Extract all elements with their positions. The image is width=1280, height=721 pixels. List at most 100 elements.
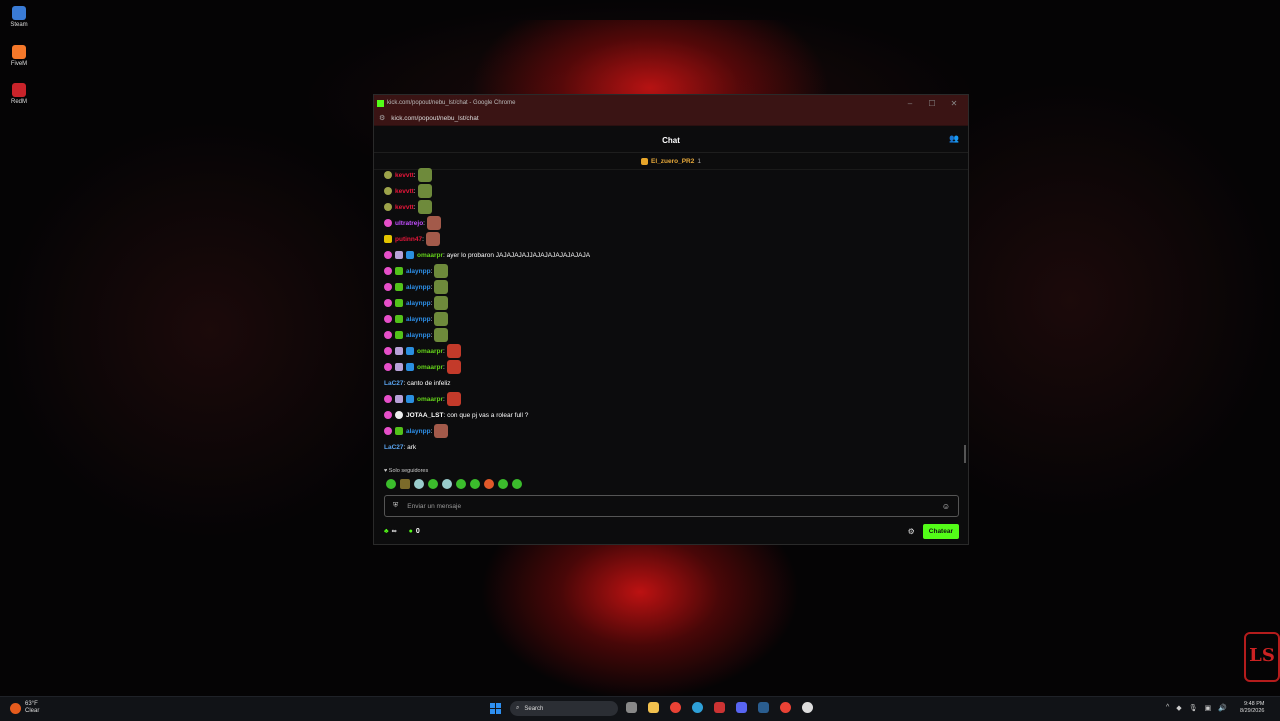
sub-badge-icon[interactable] xyxy=(395,347,403,355)
emote-button[interactable] xyxy=(400,479,410,489)
emote-button[interactable] xyxy=(512,479,522,489)
pink-badge-icon[interactable] xyxy=(384,267,392,275)
chrome-icon[interactable] xyxy=(670,702,681,713)
send-chat-button[interactable]: Chatear xyxy=(922,523,959,539)
green-badge-icon[interactable] xyxy=(395,315,403,323)
chat-username[interactable]: omaarpr xyxy=(417,348,443,355)
chat-username[interactable]: alaynpp xyxy=(406,332,431,339)
emote-button[interactable] xyxy=(414,479,424,489)
steam-taskbar-icon[interactable] xyxy=(758,702,769,713)
emote-button[interactable] xyxy=(442,479,452,489)
chat-username[interactable]: putinn47 xyxy=(395,236,422,243)
edge-icon[interactable] xyxy=(692,702,703,713)
chat-username[interactable]: ultratrejo xyxy=(395,220,423,227)
app-icon[interactable] xyxy=(802,702,813,713)
microphone-icon[interactable]: 🎙 xyxy=(1189,704,1198,712)
calendar-app-icon[interactable] xyxy=(714,702,725,713)
users-icon[interactable]: 👥 xyxy=(949,134,959,143)
chat-username[interactable]: LaC27 xyxy=(384,380,404,387)
emote-button[interactable] xyxy=(470,479,480,489)
pink-badge-icon[interactable] xyxy=(384,411,392,419)
system-tray: ^ ◆ 🎙 ▣ 🔊 xyxy=(1166,704,1234,712)
green-badge-icon[interactable] xyxy=(395,283,403,291)
pink-badge-icon[interactable] xyxy=(384,251,392,259)
chat-username[interactable]: kevvtt xyxy=(395,172,414,179)
olive-badge-icon[interactable] xyxy=(384,171,392,179)
chat-message-input[interactable]: ⛨ Enviar un mensaje ☺ xyxy=(384,495,959,517)
scrollbar-thumb[interactable] xyxy=(964,445,966,463)
coins-stat[interactable]: ● 0 xyxy=(409,528,420,535)
olive-badge-icon[interactable] xyxy=(384,203,392,211)
pink-badge-icon[interactable] xyxy=(384,395,392,403)
chat-username[interactable]: alaynpp xyxy=(406,428,431,435)
chat-username[interactable]: kevvtt xyxy=(395,204,414,211)
file-explorer-icon[interactable] xyxy=(648,702,659,713)
pink-badge-icon[interactable] xyxy=(384,427,392,435)
discord-icon[interactable] xyxy=(736,702,747,713)
volume-icon[interactable]: 🔊 xyxy=(1218,704,1227,712)
chat-username[interactable]: omaarpr xyxy=(417,396,443,403)
task-view-icon[interactable] xyxy=(626,702,637,713)
chat-message-list[interactable]: kevvtt: kevvtt: kevvtt: ultratrejo: putinn47… xyxy=(384,167,954,459)
olive-badge-icon[interactable] xyxy=(384,187,392,195)
emote-button[interactable] xyxy=(386,479,396,489)
wallpaper-emblem-bottom xyxy=(480,520,800,700)
chat-username[interactable]: LaC27 xyxy=(384,444,404,451)
fivem-icon xyxy=(12,45,26,59)
pink-badge-icon[interactable] xyxy=(384,283,392,291)
blue-badge-icon[interactable] xyxy=(406,395,414,403)
chat-username[interactable]: kevvtt xyxy=(395,188,414,195)
sub-badge-icon[interactable] xyxy=(395,395,403,403)
minimize-button[interactable]: – xyxy=(899,99,921,108)
windows-start-icon[interactable] xyxy=(490,703,501,714)
emote-button[interactable] xyxy=(484,479,494,489)
pink-badge-icon[interactable] xyxy=(384,219,392,227)
sub-badge-icon[interactable] xyxy=(395,251,403,259)
emote-button[interactable] xyxy=(428,479,438,489)
pink-badge-icon[interactable] xyxy=(384,363,392,371)
yellow-badge-icon[interactable] xyxy=(384,235,392,243)
taskbar-clock[interactable]: 9:48 PM 8/29/2026 xyxy=(1240,701,1264,715)
chat-username[interactable]: omaarpr xyxy=(417,364,443,371)
tray-app-icon[interactable]: ◆ xyxy=(1176,704,1181,712)
chat-message-text: : xyxy=(430,331,433,339)
green-badge-icon[interactable] xyxy=(395,331,403,339)
chat-username[interactable]: alaynpp xyxy=(406,268,431,275)
chat-username[interactable]: JOTAA_LST xyxy=(406,412,443,419)
sub-badge-icon[interactable] xyxy=(395,363,403,371)
chat-username[interactable]: omaarpr xyxy=(417,252,443,259)
network-icon[interactable]: ▣ xyxy=(1205,704,1212,712)
desktop-icon-steam[interactable]: Steam xyxy=(4,6,34,28)
points-stat[interactable]: ♣ ∞ xyxy=(384,528,397,535)
emoji-picker-icon[interactable]: ☺ xyxy=(942,502,950,511)
chat-settings-icon[interactable]: ⚙ xyxy=(908,527,915,536)
chat-username[interactable]: alaynpp xyxy=(406,300,431,307)
taskbar-search[interactable]: ⌕ Search xyxy=(510,701,618,716)
green-badge-icon[interactable] xyxy=(395,299,403,307)
chrome-active-icon[interactable] xyxy=(780,702,791,713)
chat-username[interactable]: alaynpp xyxy=(406,284,431,291)
white-badge-icon[interactable] xyxy=(395,411,403,419)
chat-username[interactable]: alaynpp xyxy=(406,316,431,323)
pink-badge-icon[interactable] xyxy=(384,315,392,323)
tray-overflow-icon[interactable]: ^ xyxy=(1166,704,1169,712)
blue-badge-icon[interactable] xyxy=(406,363,414,371)
pink-badge-icon[interactable] xyxy=(384,347,392,355)
pink-badge-icon[interactable] xyxy=(384,331,392,339)
chat-message: kevvtt: xyxy=(384,199,954,215)
maximize-button[interactable]: ☐ xyxy=(921,99,943,108)
site-info-icon[interactable]: ⚙ xyxy=(379,114,385,122)
green-badge-icon[interactable] xyxy=(395,267,403,275)
desktop-icon-fivem[interactable]: FiveM xyxy=(4,45,34,67)
desktop-icon-redm[interactable]: RedM xyxy=(4,83,34,105)
pink-badge-icon[interactable] xyxy=(384,299,392,307)
weather-widget[interactable]: 63°F Clear xyxy=(10,701,39,715)
emote-button[interactable] xyxy=(456,479,466,489)
blue-badge-icon[interactable] xyxy=(406,347,414,355)
chrome-popout-window: kick.com/popout/nebu_lst/chat - Google C… xyxy=(373,94,969,545)
emote-button[interactable] xyxy=(498,479,508,489)
green-badge-icon[interactable] xyxy=(395,427,403,435)
close-button[interactable]: ✕ xyxy=(943,99,965,108)
address-bar[interactable]: ⚙ kick.com/popout/nebu_lst/chat xyxy=(374,111,968,126)
blue-badge-icon[interactable] xyxy=(406,251,414,259)
